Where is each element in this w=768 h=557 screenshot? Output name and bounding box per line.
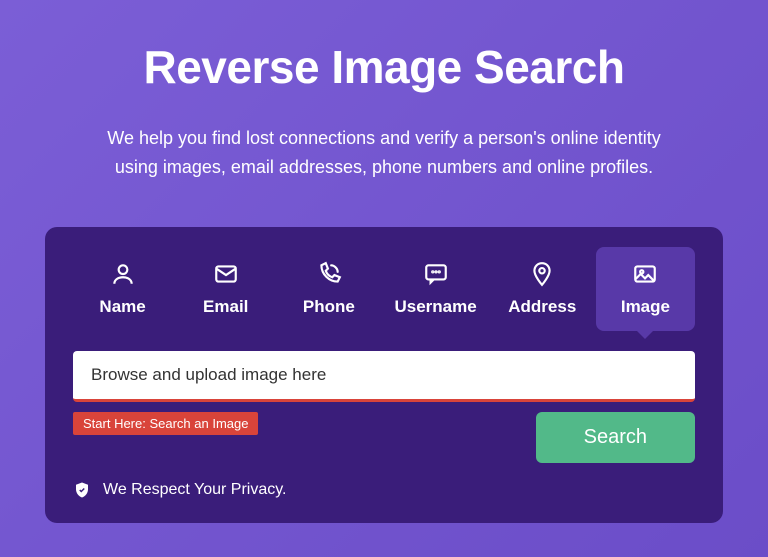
input-container — [73, 351, 695, 402]
tab-email[interactable]: Email — [176, 247, 275, 331]
page-title: Reverse Image Search — [45, 40, 723, 94]
search-button[interactable]: Search — [536, 412, 695, 463]
tab-label: Name — [99, 297, 145, 317]
search-input[interactable] — [73, 351, 695, 402]
tab-label: Phone — [303, 297, 355, 317]
image-icon — [632, 261, 658, 287]
location-pin-icon — [529, 261, 555, 287]
tab-username[interactable]: Username — [382, 247, 488, 331]
tab-name[interactable]: Name — [73, 247, 172, 331]
tab-label: Address — [508, 297, 576, 317]
phone-icon — [316, 261, 342, 287]
shield-check-icon — [73, 481, 91, 499]
person-icon — [110, 261, 136, 287]
bottom-row: Start Here: Search an Image Search — [73, 412, 695, 463]
hint-badge: Start Here: Search an Image — [73, 412, 258, 435]
privacy-row: We Respect Your Privacy. — [73, 481, 695, 499]
tabs-container: Name Email Phone Username Address — [73, 247, 695, 331]
tab-label: Image — [621, 297, 670, 317]
envelope-icon — [213, 261, 239, 287]
page-subtitle: We help you find lost connections and ve… — [84, 124, 684, 182]
tab-image[interactable]: Image — [596, 247, 695, 331]
privacy-text: We Respect Your Privacy. — [103, 481, 287, 499]
tab-label: Username — [394, 297, 476, 317]
tab-address[interactable]: Address — [493, 247, 592, 331]
chat-icon — [423, 261, 449, 287]
tab-phone[interactable]: Phone — [279, 247, 378, 331]
tab-label: Email — [203, 297, 248, 317]
search-panel: Name Email Phone Username Address — [45, 227, 723, 523]
